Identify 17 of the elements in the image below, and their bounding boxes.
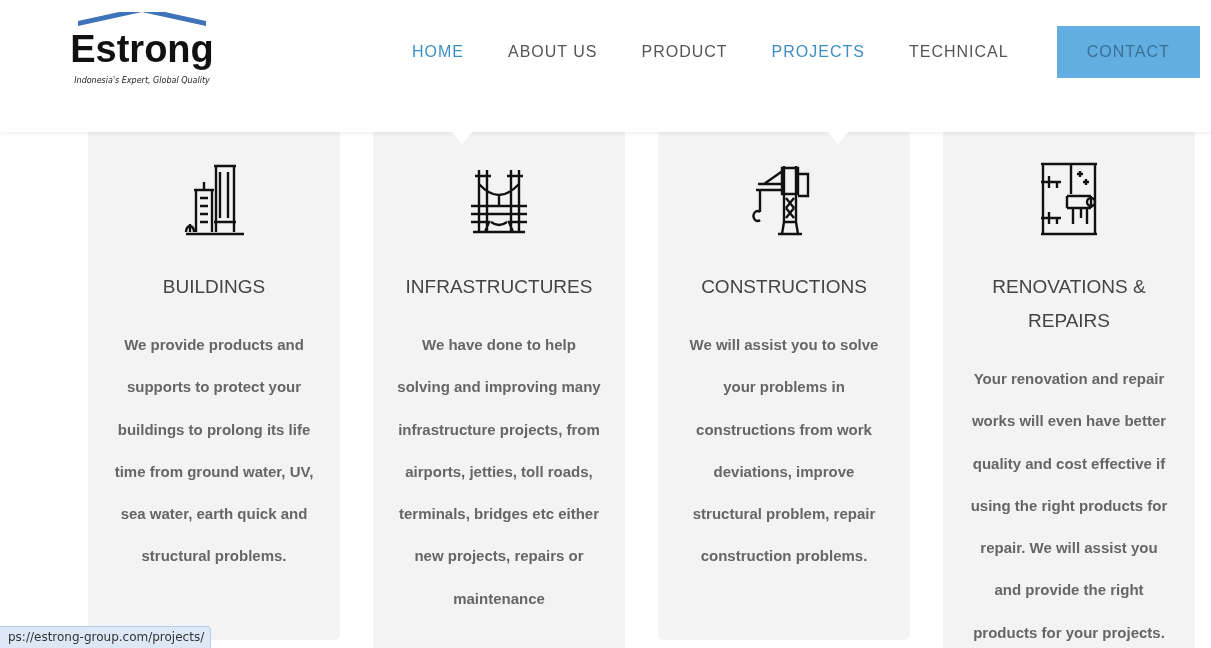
nav-link[interactable]: TECHNICAL [908, 35, 1009, 69]
card-title: CONSTRUCTIONS [701, 275, 867, 299]
nav-link[interactable]: PRODUCT [641, 35, 728, 69]
nav-link[interactable]: ABOUT US [508, 35, 598, 69]
nav-link[interactable]: PROJECTS [771, 35, 865, 69]
logo-wordmark[interactable]: Estrong [70, 26, 214, 72]
card-title: RENOVATIONS & REPAIRS [991, 275, 1147, 333]
card-description: Your renovation and repair works will even have better quality and cost effective if using the right products for repair. We will assist you and provide the right products for your projects. [969, 369, 1169, 643]
logo-tagline: Indonesia's Expert, Global Quality [74, 76, 210, 85]
card-description: We have done to help solving and improving many infrastructure projects, from airports, jetties, toll roads, terminals, bridges etc either new projects, repairs or maintenance [396, 335, 602, 609]
card-description: We provide products and supports to protect your buildings to prolong its life time from ground water, UV, sea water, earth quick and structural problems. [113, 335, 315, 567]
roof-logo-icon [78, 12, 206, 26]
card-title: BUILDINGS [162, 275, 266, 299]
card-description: We will assist you to solve your problems in constructions from work deviations, improve structural problem, repair construction problems. [688, 335, 880, 567]
card-title: INFRASTRUCTURES [405, 275, 593, 299]
nav-link[interactable]: HOME [412, 35, 464, 69]
status-url: ps://estrong-group.com/projects/ [0, 626, 212, 648]
